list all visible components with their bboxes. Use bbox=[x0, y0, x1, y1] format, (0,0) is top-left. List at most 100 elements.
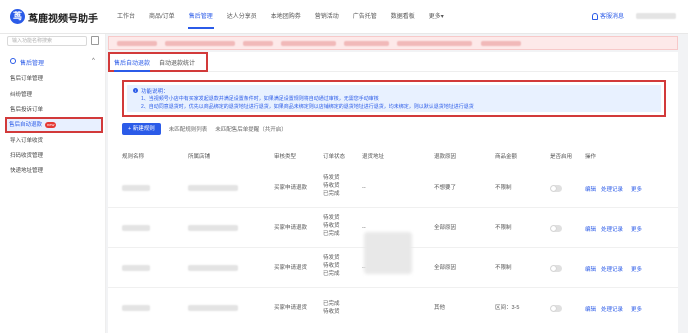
order-status: 已完成 bbox=[323, 191, 340, 197]
refund-reason: 全部原因 bbox=[434, 225, 457, 231]
more-link[interactable]: 更多 bbox=[631, 305, 642, 313]
top-bar: 茑 茑鹿视频号助手 工作台 商品/订单 售后管理 达人分享员 本地团购券 营销活… bbox=[0, 0, 688, 34]
column-goods-amount: 商品金额 bbox=[495, 154, 518, 160]
rule-name-redacted bbox=[122, 305, 150, 311]
order-status: 待收货 bbox=[323, 183, 340, 189]
more-link[interactable]: 更多 bbox=[631, 265, 642, 273]
sidebar-item-import-receipt[interactable]: 导入订单收货 bbox=[8, 135, 90, 147]
history-link[interactable]: 处理记录 bbox=[601, 305, 623, 313]
unmatched-reminder-link[interactable]: 未匹配售后单提醒（共开启） bbox=[215, 125, 287, 133]
info-icon: i bbox=[133, 88, 138, 93]
enable-toggle[interactable] bbox=[550, 185, 562, 192]
gear-icon bbox=[10, 58, 16, 64]
column-enabled: 是否启用 bbox=[550, 154, 573, 160]
app-title: 茑鹿视频号助手 bbox=[28, 14, 98, 25]
edit-link[interactable]: 编辑 bbox=[585, 265, 596, 273]
nav-goods-orders[interactable]: 商品/订单 bbox=[142, 0, 182, 34]
top-nav: 工作台 商品/订单 售后管理 达人分享员 本地团购券 营销活动 广告托管 数据看… bbox=[110, 0, 451, 34]
order-status: 待收货 bbox=[323, 223, 340, 229]
redacted-alert-banner bbox=[108, 36, 678, 50]
order-status: 已完成 bbox=[323, 231, 340, 237]
goods-amount: 区间：3-5 bbox=[495, 305, 520, 311]
notice-highlight-box: i 功能说明： 1、当视频号小店中有买家发起退款并满足设置条件时，如果满足设置规… bbox=[122, 80, 666, 117]
history-link[interactable]: 处理记录 bbox=[601, 265, 623, 273]
action-bar: + 新建规则 未匹配规则列表 未匹配售后单提醒（共开启） bbox=[122, 123, 287, 135]
sidebar-collapse-icon[interactable] bbox=[91, 36, 99, 45]
review-type: 买家申请退款 bbox=[274, 185, 308, 191]
sidebar-search-input[interactable]: 输入功能名称搜索 bbox=[7, 36, 87, 46]
store-redacted bbox=[188, 185, 238, 191]
edit-link[interactable]: 编辑 bbox=[585, 305, 596, 313]
new-rule-button[interactable]: + 新建规则 bbox=[122, 123, 161, 135]
nav-marketing[interactable]: 营销活动 bbox=[308, 0, 346, 34]
feature-notice: i 功能说明： 1、当视频号小店中有买家发起退款并满足设置条件时，如果满足设置规… bbox=[127, 85, 661, 112]
column-review-type: 审核类型 bbox=[274, 154, 297, 160]
table-row: 买家申请退货 已完成 待收货 其他 区间：3-5 编辑 处理记录 更多 bbox=[108, 288, 678, 328]
review-type: 买家申请退款 bbox=[274, 225, 308, 231]
bell-icon[interactable] bbox=[592, 13, 598, 20]
history-link[interactable]: 处理记录 bbox=[601, 185, 623, 193]
tab-auto-refund[interactable]: 售后自动退款 bbox=[114, 58, 151, 72]
sidebar-item-auto-refund[interactable]: 售后自动退款 new bbox=[5, 117, 103, 133]
sidebar-section-label: 售后管理 bbox=[20, 61, 45, 67]
nav-workbench[interactable]: 工作台 bbox=[110, 0, 142, 34]
order-status: 待收货 bbox=[323, 263, 340, 269]
rule-name-redacted bbox=[122, 225, 150, 231]
more-link[interactable]: 更多 bbox=[631, 185, 642, 193]
order-status: 待发货 bbox=[323, 175, 340, 181]
rule-name-redacted bbox=[122, 265, 150, 271]
enable-toggle[interactable] bbox=[550, 265, 562, 272]
sidebar-item-after-sales-orders[interactable]: 售后订单管理 bbox=[8, 73, 90, 85]
order-status: 待发货 bbox=[323, 215, 340, 221]
enable-toggle[interactable] bbox=[550, 225, 562, 232]
history-link[interactable]: 处理记录 bbox=[601, 225, 623, 233]
nav-ads[interactable]: 广告托管 bbox=[346, 0, 384, 34]
sidebar-item-label: 售后自动退款 bbox=[9, 122, 43, 128]
nav-more[interactable]: 更多▾ bbox=[422, 0, 451, 34]
more-link[interactable]: 更多 bbox=[631, 225, 642, 233]
goods-amount: 不限制 bbox=[495, 265, 512, 271]
store-redacted bbox=[188, 265, 238, 271]
tab-refund-stats[interactable]: 自动退款统计 bbox=[159, 58, 195, 67]
table-header: 规则名称 所属店铺 审核类型 订单状态 退货地址 退款原因 商品金额 是否启用 … bbox=[108, 150, 678, 162]
sidebar-item-scan-receipt[interactable]: 扫码收货管理 bbox=[8, 150, 90, 162]
nav-local-group[interactable]: 本地团购券 bbox=[264, 0, 308, 34]
nav-data-board[interactable]: 数据看板 bbox=[384, 0, 422, 34]
store-redacted bbox=[188, 225, 238, 231]
matched-rules-link[interactable]: 未匹配规则列表 bbox=[169, 125, 208, 133]
tab-bar: 售后自动退款 自动退款统计 bbox=[108, 52, 678, 72]
order-status: 已完成 bbox=[323, 301, 340, 307]
goods-amount: 不限制 bbox=[495, 185, 512, 191]
order-status: 待收货 bbox=[323, 309, 340, 315]
app-logo: 茑 bbox=[10, 9, 25, 24]
column-order-status: 订单状态 bbox=[323, 154, 346, 160]
enable-toggle[interactable] bbox=[550, 305, 562, 312]
sidebar-section-after-sales[interactable]: 售后管理 ^ bbox=[0, 55, 106, 68]
refund-reason: 不想要了 bbox=[434, 185, 457, 191]
order-status: 待发货 bbox=[323, 255, 340, 261]
edit-link[interactable]: 编辑 bbox=[585, 185, 596, 193]
edit-link[interactable]: 编辑 bbox=[585, 225, 596, 233]
notice-line-1: 1、当视频号小店中有买家发起退款并满足设置条件时，如果满足设置规则将自动通过审核… bbox=[141, 96, 379, 102]
nav-after-sales[interactable]: 售后管理 bbox=[182, 0, 220, 34]
table-row: 买家申请退款 待发货 待收货 已完成 -- 不想要了 不限制 编辑 处理记录 更… bbox=[108, 168, 678, 208]
refund-reason: 全部原因 bbox=[434, 265, 457, 271]
notice-title: 功能说明： bbox=[141, 89, 169, 95]
column-actions: 操作 bbox=[585, 154, 597, 160]
return-address: -- bbox=[362, 225, 366, 231]
messages-link[interactable]: 客服消息 bbox=[600, 11, 624, 20]
rule-name-redacted bbox=[122, 185, 150, 191]
review-type: 买家申请退货 bbox=[274, 305, 308, 311]
notice-line-2: 2、自动同意退货时，优先以商品绑定的退货地址进行退货，如果商品未绑定则以店铺绑定… bbox=[141, 104, 474, 110]
sidebar-item-disputes[interactable]: 纠纷管理 bbox=[8, 89, 90, 101]
review-type: 买家申请退货 bbox=[274, 265, 308, 271]
order-status: 已完成 bbox=[323, 271, 340, 277]
user-account-redacted[interactable] bbox=[636, 13, 676, 19]
store-redacted bbox=[188, 305, 238, 311]
refund-reason: 其他 bbox=[434, 305, 446, 311]
sidebar-item-express-address[interactable]: 快递地址管理 bbox=[8, 165, 90, 177]
return-address: -- bbox=[362, 185, 366, 191]
nav-sharer[interactable]: 达人分享员 bbox=[220, 0, 264, 34]
chevron-up-icon: ^ bbox=[92, 58, 95, 64]
sidebar-item-complaints[interactable]: 售后投诉订单 bbox=[8, 104, 90, 116]
